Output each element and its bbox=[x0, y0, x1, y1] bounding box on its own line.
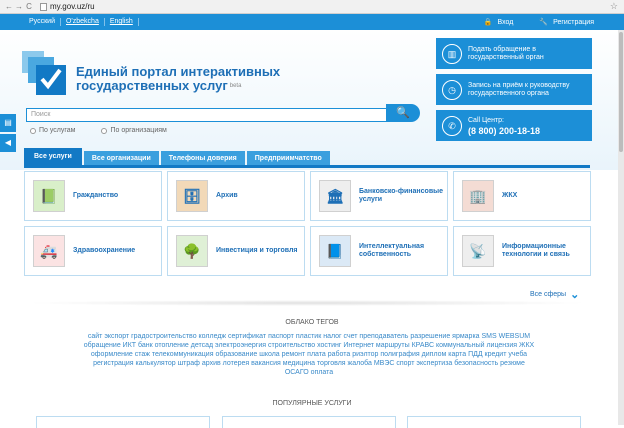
tag-line[interactable]: ОСАГО оплата bbox=[26, 368, 592, 377]
popular-services bbox=[36, 416, 581, 428]
category-banking[interactable]: 🏛 Банковско-финансовые услуги bbox=[310, 171, 448, 221]
search-input[interactable]: Поиск bbox=[26, 108, 388, 122]
ambulance-icon: 🚑 bbox=[33, 235, 65, 267]
archive-icon: 🗄 bbox=[176, 180, 208, 212]
forward-icon[interactable]: → bbox=[14, 2, 24, 11]
clock-icon: ◷ bbox=[442, 79, 462, 100]
callcenter-button[interactable]: ✆ Call Центр: (8 800) 200-18-18 bbox=[436, 110, 592, 141]
tab-underline bbox=[24, 165, 590, 168]
radio-services-label: По услугам bbox=[39, 127, 76, 134]
category-label: Инвестиция и торговля bbox=[216, 247, 298, 254]
reload-icon[interactable]: C bbox=[24, 2, 34, 11]
title-line-2: государственных услуг bbox=[76, 78, 228, 93]
category-citizenship[interactable]: 📗 Гражданство bbox=[24, 171, 162, 221]
category-archive[interactable]: 🗄 Архив bbox=[167, 171, 305, 221]
appeal-button[interactable]: ▥ Подать обращение в государственный орга… bbox=[436, 38, 592, 69]
popular-box[interactable] bbox=[407, 416, 581, 428]
browser-toolbar: ← → C my.gov.uz/ru ☆ bbox=[0, 0, 624, 14]
tag-cloud-title: ОБЛАКО ТЕГОВ bbox=[285, 319, 339, 326]
scrollbar[interactable] bbox=[618, 30, 624, 425]
category-label: Информационные технологии и связь bbox=[502, 243, 570, 258]
category-label: ЖКХ bbox=[502, 192, 518, 199]
passport-icon: 📗 bbox=[33, 180, 65, 212]
category-investment[interactable]: 🌳 Инвестиция и торговля bbox=[167, 226, 305, 276]
appointment-button[interactable]: ◷ Запись на приём к руководству государст… bbox=[436, 74, 592, 105]
tag-line[interactable]: регистрация калькулятор штраф архив лоте… bbox=[26, 359, 592, 368]
callcenter-phone: (8 800) 200-18-18 bbox=[468, 125, 541, 136]
bookmark-star-icon[interactable]: ☆ bbox=[610, 1, 618, 12]
lock-icon: 🔒 bbox=[483, 19, 493, 26]
wrench-icon: 🔧 bbox=[539, 19, 549, 26]
lang-russian[interactable]: Русский bbox=[24, 18, 61, 26]
tag-line[interactable]: сайт экспорт градостроительство колледж … bbox=[26, 332, 592, 341]
document-icon: ▥ bbox=[442, 43, 462, 64]
bank-icon: 🏛 bbox=[319, 180, 351, 212]
search-button[interactable]: 🔍 bbox=[386, 104, 420, 122]
phone-icon: ✆ bbox=[442, 115, 462, 136]
search-mode: По услугам По организациям bbox=[30, 127, 167, 134]
tab-all-organizations[interactable]: Все организации bbox=[83, 151, 159, 165]
category-it[interactable]: 📡 Информационные технологии и связь bbox=[453, 226, 591, 276]
tab-trust-phones[interactable]: Телефоны доверия bbox=[160, 151, 245, 165]
callcenter-label: Call Центр: bbox=[468, 116, 504, 124]
quick-actions: ▥ Подать обращение в государственный орга… bbox=[436, 38, 592, 146]
category-health[interactable]: 🚑 Здравоохранение bbox=[24, 226, 162, 276]
radio-services[interactable]: По услугам bbox=[30, 127, 75, 134]
category-label: Здравоохранение bbox=[73, 247, 136, 254]
satellite-icon: 📡 bbox=[462, 235, 494, 267]
page-icon bbox=[40, 2, 47, 11]
category-intellectual[interactable]: 📘 Интеллектуальная собственность bbox=[310, 226, 448, 276]
radio-orgs[interactable]: По организациям bbox=[101, 127, 167, 134]
category-housing[interactable]: 🏢 ЖКХ bbox=[453, 171, 591, 221]
divider-shadow bbox=[24, 300, 590, 306]
popular-box[interactable] bbox=[221, 416, 396, 428]
radio-orgs-label: По организациям bbox=[110, 127, 167, 134]
radio-circle bbox=[30, 127, 36, 134]
megaphone-icon[interactable]: ◀ bbox=[0, 134, 16, 152]
tag-line[interactable]: оформление стаж телекоммуникация образов… bbox=[26, 350, 592, 359]
portal-logo-icon[interactable] bbox=[22, 51, 66, 95]
category-label: Гражданство bbox=[73, 192, 119, 199]
popular-box[interactable] bbox=[36, 416, 210, 428]
register-link[interactable]: 🔧 Регистрация bbox=[539, 18, 594, 27]
appeal-label: Подать обращение в государственный орган bbox=[468, 45, 544, 61]
side-toolbar: ▤ ◀ bbox=[0, 114, 16, 154]
title-line-1: Единый портал интерактивных bbox=[76, 64, 281, 79]
tag-line[interactable]: обращение ИКТ банк отопление детсад элек… bbox=[26, 341, 592, 350]
tree-icon: 🌳 bbox=[176, 235, 208, 267]
register-label: Регистрация bbox=[553, 18, 594, 26]
category-tabs: Все услуги Все организации Телефоны дове… bbox=[24, 148, 330, 165]
beta-badge: beta bbox=[229, 83, 242, 89]
url-text: my.gov.uz/ru bbox=[50, 2, 95, 11]
radio-circle bbox=[101, 127, 108, 134]
tag-cloud: сайт экспорт градостроительство колледж … bbox=[26, 332, 592, 377]
briefcase-icon[interactable]: ▤ bbox=[0, 114, 16, 132]
all-spheres-label: Все сферы bbox=[530, 291, 567, 298]
category-label: Банковско-финансовые услуги bbox=[359, 188, 443, 203]
book-icon: 📘 bbox=[319, 235, 351, 267]
login-label: Вход bbox=[497, 18, 514, 26]
appointment-label: Запись на приём к руководству государств… bbox=[468, 81, 570, 97]
popular-services-title: ПОПУЛЯРНЫЕ УСЛУГИ bbox=[272, 400, 352, 407]
building-icon: 🏢 bbox=[462, 180, 494, 212]
search-icon: 🔍 bbox=[396, 107, 410, 119]
tab-entrepreneurship[interactable]: Предприимчатство bbox=[246, 151, 330, 165]
category-label: Архив bbox=[216, 192, 238, 199]
lang-english[interactable]: English bbox=[105, 18, 139, 26]
tab-all-services[interactable]: Все услуги bbox=[24, 148, 82, 165]
address-bar[interactable]: my.gov.uz/ru bbox=[40, 2, 95, 11]
category-label: Интеллектуальная собственность bbox=[359, 243, 425, 258]
back-icon[interactable]: ← bbox=[4, 2, 14, 11]
lang-uzbek[interactable]: O'zbekcha bbox=[61, 18, 105, 26]
page-title: Единый портал интерактивных государствен… bbox=[76, 65, 336, 93]
scrollbar-thumb[interactable] bbox=[619, 32, 623, 152]
login-link[interactable]: 🔒 Вход bbox=[483, 18, 514, 27]
top-bar: Русский O'zbekcha English 🔒 Вход 🔧 Регистр… bbox=[0, 14, 624, 30]
